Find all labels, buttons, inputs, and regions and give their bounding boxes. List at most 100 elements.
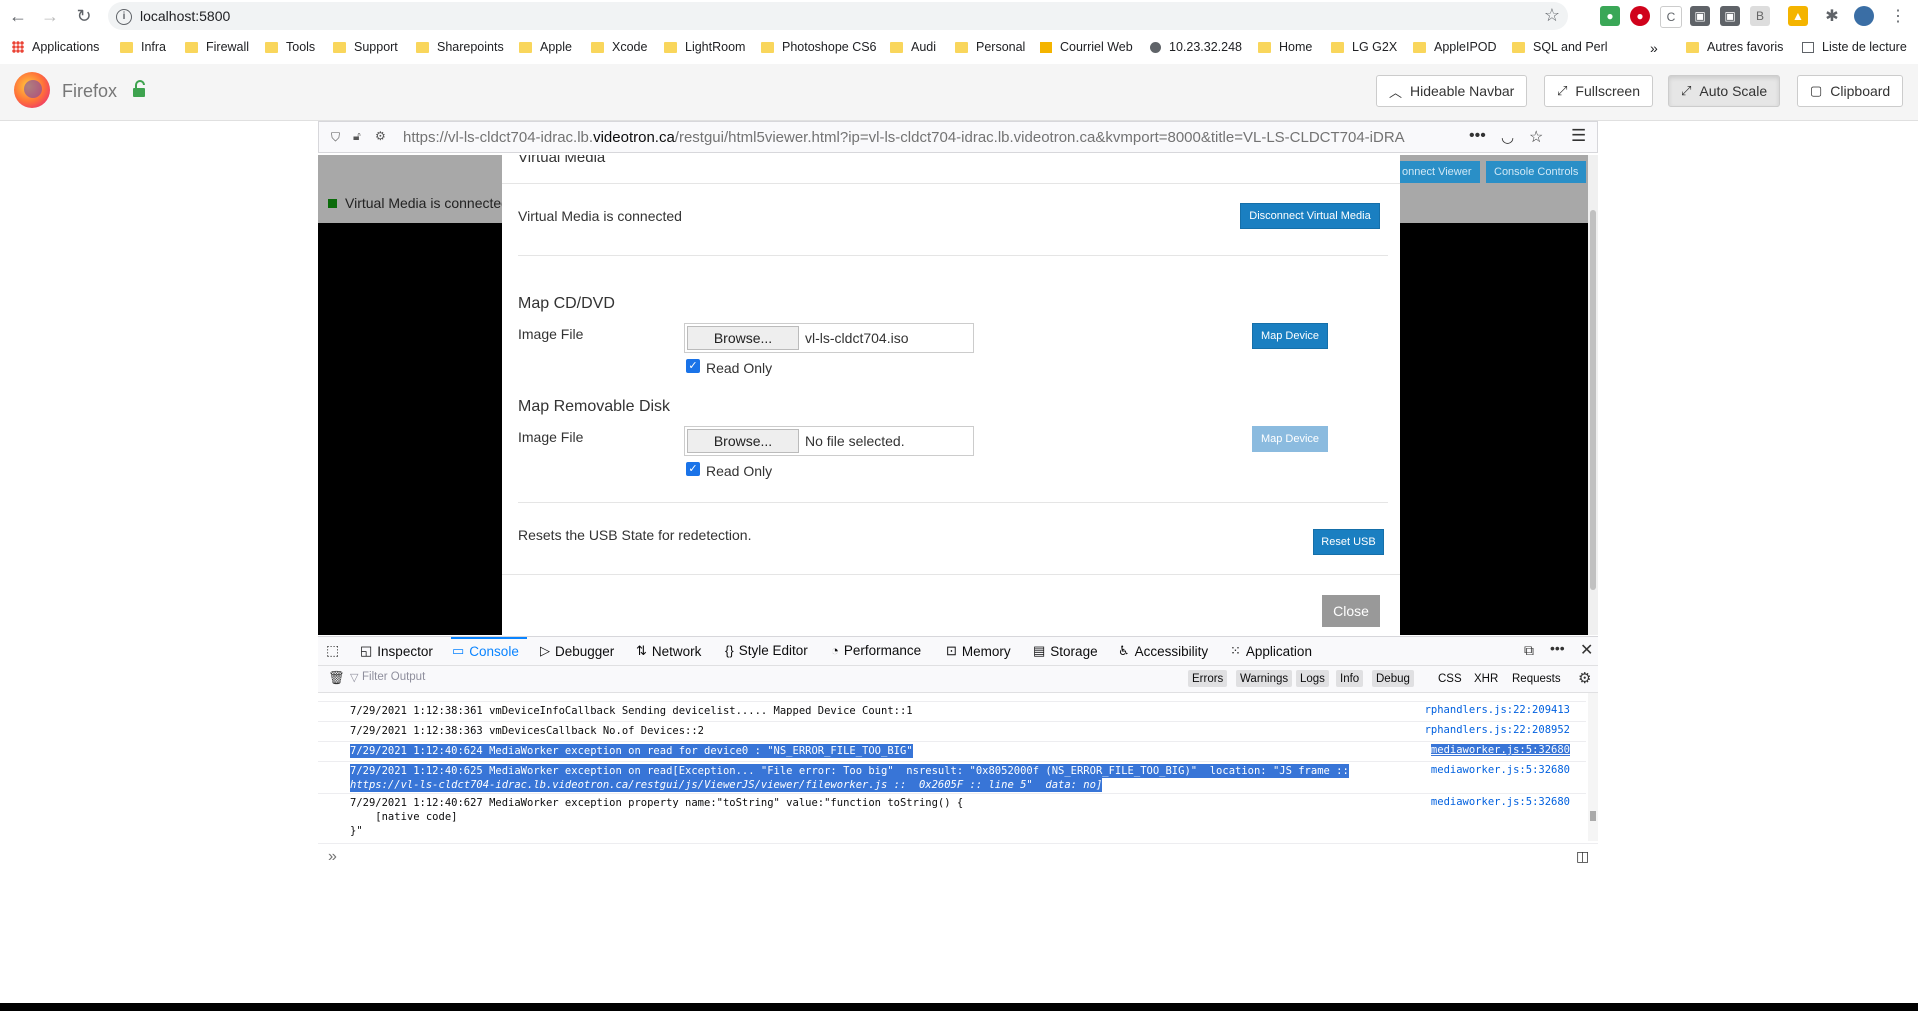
back-arrow-icon[interactable]: ← bbox=[6, 4, 30, 28]
rd-readonly-checkbox[interactable]: ✓ bbox=[686, 462, 700, 476]
extension-icon[interactable]: ● bbox=[1600, 6, 1620, 26]
bookmark-folder[interactable]: Audi bbox=[890, 40, 936, 54]
bookmark-folder[interactable]: SQL and Perl bbox=[1512, 40, 1608, 54]
console-input[interactable]: » ◫ bbox=[318, 843, 1598, 870]
tab-debugger[interactable]: ▷ Debugger bbox=[540, 643, 614, 659]
bookmark-folder[interactable]: Home bbox=[1258, 40, 1312, 54]
scrollbar-thumb[interactable] bbox=[1590, 210, 1596, 590]
rd-map-device-button[interactable]: Map Device bbox=[1252, 426, 1328, 452]
cd-readonly-checkbox[interactable]: ✓ bbox=[686, 359, 700, 373]
menu-icon[interactable]: ⋮ bbox=[1888, 6, 1908, 26]
trash-icon[interactable]: 🗑︎ bbox=[328, 670, 345, 686]
bookmark-star-icon[interactable]: ☆ bbox=[1529, 127, 1543, 147]
bookmark-folder[interactable]: Xcode bbox=[591, 40, 647, 54]
editor-mode-icon[interactable]: ◫ bbox=[1576, 848, 1589, 865]
tab-network[interactable]: ⇅ Network bbox=[636, 643, 701, 659]
bookmark-folder[interactable]: Photoshope CS6 bbox=[761, 40, 877, 54]
tab-inspector[interactable]: ◱ Inspector bbox=[360, 643, 433, 659]
console-source-link[interactable]: mediaworker.js:5:32680 bbox=[1430, 744, 1570, 756]
close-button[interactable]: Close bbox=[1322, 595, 1380, 627]
tab-accessibility[interactable]: ♿︎ Accessibility bbox=[1118, 643, 1208, 659]
settings-gear-icon[interactable]: ⚙ bbox=[1578, 669, 1591, 687]
permissions-icon[interactable]: ⚙ bbox=[375, 129, 386, 143]
console-source-link[interactable]: rphandlers.js:22:209413 bbox=[1425, 704, 1570, 716]
console-source-link[interactable]: mediaworker.js:5:32680 bbox=[1431, 796, 1570, 808]
tab-performance[interactable]: ◔ Performance bbox=[831, 643, 921, 658]
tab-application[interactable]: ⁙ Application bbox=[1230, 643, 1312, 659]
tab-console[interactable]: ▭ Console bbox=[452, 643, 519, 659]
filter-output-input[interactable]: Filter Output bbox=[362, 671, 425, 683]
close-icon[interactable]: ✕ bbox=[1580, 640, 1593, 660]
extension-icon[interactable]: B bbox=[1750, 6, 1770, 26]
tab-style-editor[interactable]: {} Style Editor bbox=[725, 643, 808, 658]
extension-icon[interactable]: C bbox=[1660, 6, 1682, 28]
bookmark-ip[interactable]: 10.23.32.248 bbox=[1150, 40, 1242, 54]
tab-memory[interactable]: ⊡ Memory bbox=[946, 643, 1011, 659]
auto-scale-button[interactable]: ⤢ Auto Scale bbox=[1668, 75, 1781, 107]
more-options-icon[interactable]: ••• bbox=[1550, 640, 1565, 656]
console-viewer[interactable]: Virtual Media is connected onnect Viewer… bbox=[318, 155, 1598, 635]
element-picker-icon[interactable]: ⬚ bbox=[326, 642, 339, 659]
bookmark-reading-list[interactable]: Liste de lecture bbox=[1802, 40, 1907, 54]
bookmark-folder[interactable]: AppleIPOD bbox=[1413, 40, 1497, 54]
reset-usb-button[interactable]: Reset USB bbox=[1313, 529, 1384, 555]
filter-info[interactable]: Info bbox=[1336, 670, 1364, 687]
fullscreen-button[interactable]: ⤢ Fullscreen bbox=[1544, 75, 1653, 107]
bookmark-folder[interactable]: Sharepoints bbox=[416, 40, 504, 54]
bookmark-applications[interactable]: Applications bbox=[12, 40, 99, 54]
avatar[interactable] bbox=[1854, 6, 1874, 26]
hideable-navbar-button[interactable]: ︿ Hideable Navbar bbox=[1376, 75, 1528, 107]
rd-browse-button[interactable]: Browse... bbox=[687, 429, 799, 453]
bookmark-star-icon[interactable]: ☆ bbox=[1544, 5, 1560, 26]
filter-errors[interactable]: Errors bbox=[1188, 670, 1228, 687]
console-source-link[interactable]: mediaworker.js:5:32680 bbox=[1431, 764, 1570, 776]
extension-icon[interactable]: ▣ bbox=[1720, 6, 1740, 26]
extension-icon[interactable]: ▣ bbox=[1690, 6, 1710, 26]
address-bar-url[interactable]: localhost:5800 bbox=[140, 8, 230, 24]
filter-css[interactable]: CSS bbox=[1434, 670, 1466, 687]
lock-warning-icon[interactable]: 🔓︎ bbox=[353, 129, 361, 144]
reload-icon[interactable]: ↻ bbox=[72, 4, 96, 28]
filter-warnings[interactable]: Warnings bbox=[1236, 670, 1293, 687]
bookmark-folder[interactable]: Personal bbox=[955, 40, 1025, 54]
firefox-url-text[interactable]: https://vl-ls-cldct704-idrac.lb.videotro… bbox=[403, 129, 1463, 146]
puzzle-icon[interactable]: ✱ bbox=[1822, 6, 1842, 26]
filter-xhr[interactable]: XHR bbox=[1470, 670, 1502, 687]
more-bookmarks-icon[interactable]: » bbox=[1650, 40, 1658, 56]
extension-icon[interactable]: ▲ bbox=[1788, 6, 1808, 26]
cd-browse-button[interactable]: Browse... bbox=[687, 326, 799, 350]
cd-file-input[interactable]: Browse... vl-ls-cldct704.iso bbox=[684, 323, 974, 353]
bookmark-folder[interactable]: LG G2X bbox=[1331, 40, 1397, 54]
page-actions-icon[interactable]: ••• bbox=[1469, 127, 1486, 145]
console-controls-button[interactable]: Console Controls bbox=[1486, 161, 1587, 183]
disconnect-virtual-media-button[interactable]: Disconnect Virtual Media bbox=[1240, 203, 1380, 229]
info-icon[interactable]: i bbox=[116, 9, 132, 25]
clipboard-button[interactable]: ▢ Clipboard bbox=[1797, 75, 1904, 107]
forward-arrow-icon[interactable]: → bbox=[38, 4, 62, 28]
rd-file-input[interactable]: Browse... No file selected. bbox=[684, 426, 974, 456]
filter-requests[interactable]: Requests bbox=[1508, 670, 1565, 687]
bookmark-folder[interactable]: Infra bbox=[120, 40, 166, 54]
address-bar[interactable]: i localhost:5800 ☆ bbox=[108, 2, 1568, 30]
bookmark-folder[interactable]: Tools bbox=[265, 40, 315, 54]
hamburger-menu-icon[interactable]: ☰ bbox=[1571, 126, 1586, 146]
tab-storage[interactable]: ▤ Storage bbox=[1033, 643, 1098, 659]
cd-map-device-button[interactable]: Map Device bbox=[1252, 323, 1328, 349]
bookmark-courriel[interactable]: Courriel Web bbox=[1040, 40, 1133, 54]
console-scrollbar[interactable] bbox=[1588, 693, 1598, 841]
filter-logs[interactable]: Logs bbox=[1296, 670, 1329, 687]
ublock-icon[interactable]: ● bbox=[1630, 6, 1650, 26]
page-scrollbar[interactable] bbox=[1588, 155, 1598, 635]
console-source-link[interactable]: rphandlers.js:22:208952 bbox=[1425, 724, 1570, 736]
bookmark-folder[interactable]: Firewall bbox=[185, 40, 249, 54]
bookmark-other[interactable]: Autres favoris bbox=[1686, 40, 1783, 54]
bookmark-folder[interactable]: LightRoom bbox=[664, 40, 745, 54]
pocket-icon[interactable]: ◡ bbox=[1501, 128, 1514, 146]
bookmark-folder[interactable]: Apple bbox=[519, 40, 572, 54]
filter-debug[interactable]: Debug bbox=[1372, 670, 1414, 687]
firefox-url-bar[interactable]: ⛉ 🔓︎ ⚙ https://vl-ls-cldct704-idrac.lb.v… bbox=[318, 121, 1598, 153]
scrollbar-thumb[interactable] bbox=[1590, 811, 1596, 821]
bookmark-folder[interactable]: Support bbox=[333, 40, 398, 54]
disconnect-viewer-button[interactable]: onnect Viewer bbox=[1394, 161, 1480, 183]
shield-icon[interactable]: ⛉ bbox=[331, 130, 340, 145]
